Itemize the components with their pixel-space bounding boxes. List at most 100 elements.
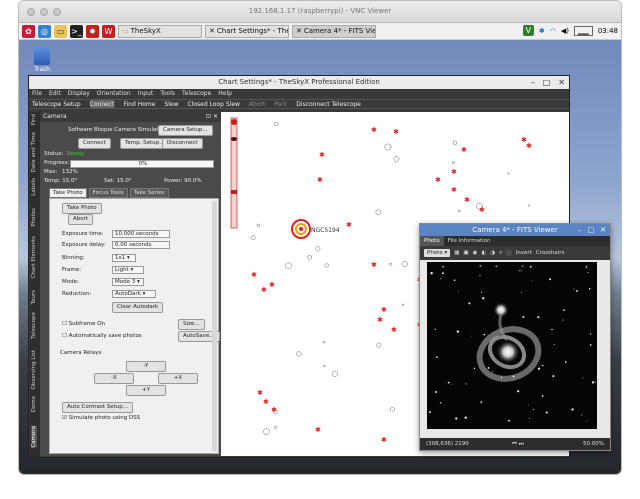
reduction-select[interactable]: AutoDark ▾	[112, 290, 156, 298]
object-marker[interactable]: ✱	[451, 186, 457, 194]
contrast-icon[interactable]: ◉	[473, 250, 478, 256]
tab-tours[interactable]: Tours	[31, 290, 37, 304]
binning-select[interactable]: 1x1 ▾	[112, 254, 136, 262]
take-photo-button[interactable]: Take Photo	[62, 203, 102, 214]
menu-display[interactable]: Display	[68, 89, 90, 99]
object-marker[interactable]: ✱	[371, 261, 377, 269]
object-marker[interactable]: ✱	[451, 168, 457, 176]
find-home-button[interactable]: Find Home	[123, 100, 155, 108]
tab-file-information[interactable]: File Information	[444, 236, 495, 246]
relay-plus-x-button[interactable]: +X	[158, 373, 198, 384]
zoom-dot[interactable]	[53, 8, 61, 16]
wifi-icon[interactable]: ◠	[550, 27, 556, 35]
close-icon[interactable]: ✕	[600, 224, 606, 236]
object-marker[interactable]: ✱	[377, 316, 383, 324]
object-marker[interactable]: ✱	[319, 151, 325, 159]
volume-icon[interactable]: ◀)	[561, 27, 569, 35]
zoom-icon[interactable]: ⌕	[499, 250, 502, 257]
camera-setup-button[interactable]: Camera Setup...	[158, 125, 213, 136]
raspberry-menu-icon[interactable]: ✿	[22, 24, 35, 38]
object-marker[interactable]: ✱	[346, 221, 352, 229]
relay-minus-y-button[interactable]: -Y	[126, 361, 166, 372]
object-marker[interactable]: ✱	[435, 176, 441, 184]
tab-focus-tools[interactable]: Focus Tools	[88, 188, 128, 198]
auto-contrast-button[interactable]: Auto Contrast Setup...	[62, 402, 134, 413]
object-marker[interactable]: ✱	[391, 326, 397, 334]
park-button[interactable]: Park	[274, 100, 287, 108]
object-marker[interactable]: ✱	[257, 389, 263, 397]
telescope-setup-button[interactable]: Telescope Setup	[32, 100, 81, 108]
zoom-slider[interactable]	[230, 117, 238, 229]
task-theskyx[interactable]: ▭ TheSkyX	[118, 24, 202, 38]
terminal-icon[interactable]: >_	[70, 24, 83, 38]
object-marker[interactable]: ✱	[263, 398, 269, 406]
tab-camera[interactable]: Camera	[31, 426, 37, 448]
autosave-checkbox[interactable]: ☐ Automatically save photos	[62, 333, 142, 339]
tab-telescope[interactable]: Telescope	[31, 312, 37, 339]
tab-photos[interactable]: Photos	[31, 208, 37, 227]
abort-button[interactable]: Abort	[249, 100, 265, 108]
object-marker[interactable]: ✱	[464, 196, 470, 204]
simulate-dss-checkbox[interactable]: ☑ Simulate photo using DSS	[62, 415, 140, 421]
minimize-icon[interactable]: –	[531, 76, 535, 89]
task-chart-settings[interactable]: ✕Chart Settings* - The...	[205, 24, 289, 38]
maximize-icon[interactable]: □	[543, 76, 551, 89]
bluetooth-icon[interactable]: ✱	[539, 27, 545, 35]
tab-take-series[interactable]: Take Series	[129, 188, 169, 198]
stretch-icon[interactable]: ▣	[463, 250, 468, 256]
relay-minus-x-button[interactable]: -X	[94, 373, 134, 384]
abort-photo-button[interactable]: Abort	[68, 214, 94, 225]
camera-disconnect-button[interactable]: Disconnect	[162, 138, 203, 149]
tab-chart-elements[interactable]: Chart Elements	[31, 236, 37, 279]
file-manager-icon[interactable]: ▭	[54, 24, 67, 38]
target-ngc5194[interactable]	[291, 219, 311, 239]
browser-icon[interactable]: ◎	[38, 24, 51, 38]
object-marker[interactable]: ✱	[251, 271, 257, 279]
minimize-icon[interactable]: –	[578, 224, 582, 236]
tab-observing-list[interactable]: Observing List	[31, 350, 37, 389]
menu-tools[interactable]: Tools	[160, 89, 175, 99]
menu-telescope[interactable]: Telescope	[182, 89, 211, 99]
delay-input[interactable]: 0.00 seconds	[112, 241, 170, 249]
wolfram-icon[interactable]: W	[102, 24, 115, 38]
tab-take-photo[interactable]: Take Photo	[49, 188, 87, 198]
info-icon[interactable]: ⓘ	[506, 249, 512, 257]
panel-close-icon[interactable]: ⊡ ✕	[206, 112, 218, 122]
histogram-icon[interactable]: ▦	[454, 250, 459, 256]
settings-gear-icon[interactable]: ✹	[86, 24, 99, 38]
tab-photo[interactable]: Photo	[420, 236, 444, 246]
object-marker[interactable]: ✱	[371, 126, 377, 134]
object-marker[interactable]: ✱	[261, 286, 267, 294]
menu-help[interactable]: Help	[218, 89, 232, 99]
closed-loop-slew-button[interactable]: Closed Loop Slew	[187, 100, 239, 108]
close-icon[interactable]: ✕	[558, 76, 565, 89]
close-dot[interactable]	[27, 8, 35, 16]
panel-scrollbar[interactable]	[212, 201, 217, 451]
frame-select[interactable]: Light ▾	[112, 266, 144, 274]
slew-button[interactable]: Slew	[164, 100, 178, 108]
tab-dome[interactable]: Dome	[31, 396, 37, 412]
brightness-icon[interactable]: ◐	[481, 250, 486, 256]
object-marker[interactable]: ✱	[461, 146, 467, 154]
vnc-icon[interactable]: V	[522, 25, 534, 36]
invert-button[interactable]: Invert	[516, 250, 532, 256]
gamma-icon[interactable]: ◑	[490, 250, 495, 256]
photo-select[interactable]: Photo ▾	[424, 249, 451, 257]
crosshairs-button[interactable]: Crosshairs	[536, 250, 565, 256]
maximize-icon[interactable]: □	[588, 224, 595, 236]
desktop-trash[interactable]: Trash	[27, 47, 57, 73]
subframe-checkbox[interactable]: ☐ Subframe On	[62, 321, 105, 327]
menu-orientation[interactable]: Orientation	[97, 89, 131, 99]
object-marker[interactable]: ✱	[381, 436, 387, 444]
fits-image[interactable]	[427, 262, 597, 429]
minimize-dot[interactable]	[40, 8, 48, 16]
tab-labels[interactable]: Labels	[31, 178, 37, 196]
camera-connect-button[interactable]: Connect	[78, 138, 111, 149]
menu-edit[interactable]: Edit	[49, 89, 61, 99]
size-button[interactable]: Size...	[178, 319, 205, 330]
clear-autodark-button[interactable]: Clear Autodark	[112, 302, 164, 313]
object-marker[interactable]: ✱	[381, 306, 387, 314]
task-fits-viewer[interactable]: ✕ Camera 4* - FITS Vie...	[292, 24, 376, 38]
object-marker[interactable]: ✱	[269, 281, 275, 289]
object-marker[interactable]: ✱	[315, 426, 321, 434]
